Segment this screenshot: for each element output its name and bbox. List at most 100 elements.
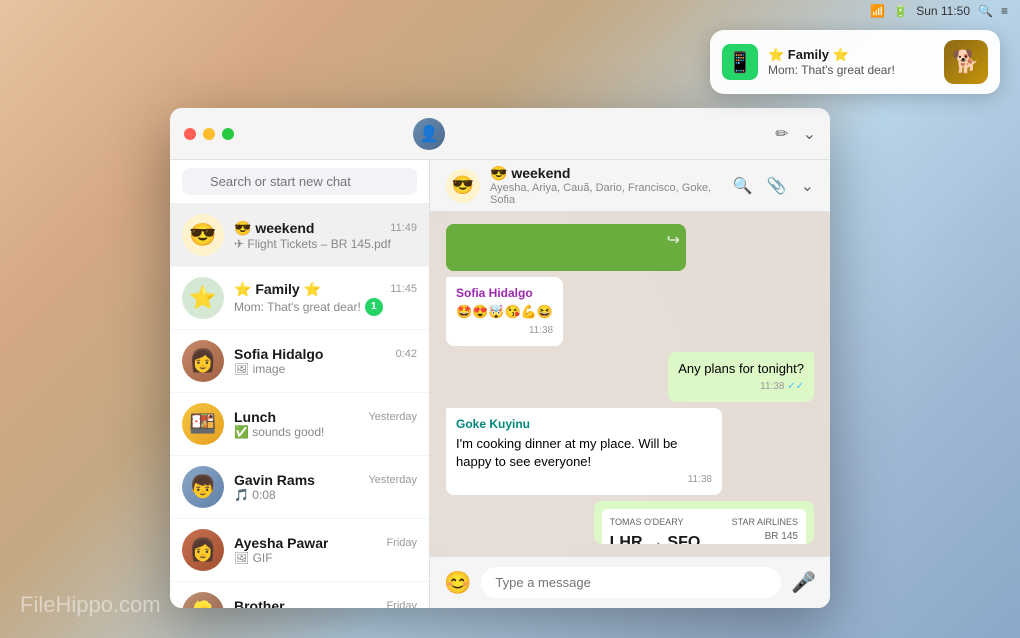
chat-preview: ✅ sounds good! <box>234 425 417 439</box>
app-body: 🔍 😎 😎 weekend 11:49 ✈ Flight Tickets – B… <box>170 160 830 608</box>
video-thumbnail[interactable]: ▶ ↪ <box>446 224 686 271</box>
unread-badge: 1 <box>365 298 383 316</box>
ticket-header: TOMAS O'DEARY STAR AIRLINES <box>610 517 798 527</box>
traffic-lights <box>184 128 234 140</box>
close-button[interactable] <box>184 128 196 140</box>
sidebar: 🔍 😎 😎 weekend 11:49 ✈ Flight Tickets – B… <box>170 160 430 608</box>
chat-avatar: 👩 <box>182 529 224 571</box>
message-input[interactable] <box>481 567 781 598</box>
passenger-name: TOMAS O'DEARY <box>610 517 684 527</box>
sent-message: Any plans for tonight? 11:38 ✓✓ <box>668 352 814 402</box>
chat-header-info: 😎 weekend Ayesha, Ariya, Cauã, Dario, Fr… <box>490 165 723 206</box>
chat-time: Friday <box>386 537 417 549</box>
notification-popup[interactable]: 📱 ⭐ Family ⭐ Mom: That's great dear! 🐕 <box>710 30 1000 94</box>
chat-time: 0:42 <box>396 348 417 360</box>
chat-item-gavin[interactable]: 👦 Gavin Rams Yesterday 🎵 0:08 <box>170 456 429 519</box>
chat-item-sofia[interactable]: 👩 Sofia Hidalgo 0:42 🖼 image <box>170 330 429 393</box>
chat-name: Ayesha Pawar <box>234 535 328 551</box>
chat-header-actions: 🔍 📎 ⌄ <box>733 176 814 196</box>
chat-item-lunch[interactable]: 🍱 Lunch Yesterday ✅ sounds good! <box>170 393 429 456</box>
notification-content: ⭐ Family ⭐ Mom: That's great dear! <box>768 47 934 77</box>
chat-time: Yesterday <box>368 474 417 486</box>
chat-info: Gavin Rams Yesterday 🎵 0:08 <box>234 472 417 502</box>
forward-icon[interactable]: ↪ <box>667 230 680 250</box>
chat-preview: ✈ Flight Tickets – BR 145.pdf <box>234 237 417 251</box>
message-sender: Sofia Hidalgo <box>456 285 553 302</box>
chat-avatar: ⭐ <box>182 277 224 319</box>
search-bar: 🔍 <box>170 160 429 204</box>
chat-name: Sofia Hidalgo <box>234 346 323 362</box>
notification-app-icon: 📱 <box>722 44 758 80</box>
chat-time: 11:49 <box>390 222 417 234</box>
emoji-button[interactable]: 😊 <box>444 570 471 596</box>
maximize-button[interactable] <box>222 128 234 140</box>
flight-number: BR 145 <box>711 531 798 542</box>
search-input[interactable] <box>182 168 417 195</box>
status-bar: 📶 🔋 Sun 11:50 🔍 ≡ <box>870 0 1020 22</box>
chat-avatar: 👱 <box>182 592 224 608</box>
chat-item-family[interactable]: ⭐ ⭐ Family ⭐ 11:45 Mom: That's great dea… <box>170 267 429 330</box>
minimize-button[interactable] <box>203 128 215 140</box>
chat-preview: Mom: That's great dear! 1 <box>234 298 417 316</box>
chat-header-avatar: 😎 <box>446 169 480 203</box>
chat-name: Lunch <box>234 409 276 425</box>
received-message-goke: Goke Kuyinu I'm cooking dinner at my pla… <box>446 408 722 495</box>
chat-info: Ayesha Pawar Friday 🖼 GIF <box>234 535 417 565</box>
app-window: 👤 ✏ ⌄ 🔍 😎 😎 weekend 11:49 <box>170 108 830 608</box>
chat-avatar: 😎 <box>182 214 224 256</box>
message-time: 11:38 <box>456 324 553 338</box>
watermark: FileHippo.com <box>20 592 161 618</box>
chat-preview: 🖼 GIF <box>234 551 417 565</box>
chat-header: 😎 😎 weekend Ayesha, Ariya, Cauã, Dario, … <box>430 160 830 212</box>
message-text: 🤩😍🤯😘💪😆 <box>456 303 553 321</box>
flight-ticket: TOMAS O'DEARY STAR AIRLINES LHR → SFO 11… <box>602 509 806 544</box>
chat-item-ayesha[interactable]: 👩 Ayesha Pawar Friday 🖼 GIF <box>170 519 429 582</box>
chat-info: ⭐ Family ⭐ 11:45 Mom: That's great dear!… <box>234 281 417 316</box>
notification-message: Mom: That's great dear! <box>768 63 934 77</box>
input-bar: 😊 🎤 <box>430 556 830 608</box>
chevron-down-icon[interactable]: ⌄ <box>803 124 816 144</box>
chat-item-weekend[interactable]: 😎 😎 weekend 11:49 ✈ Flight Tickets – BR … <box>170 204 429 267</box>
tram-illustration <box>446 224 686 271</box>
chat-info: Lunch Yesterday ✅ sounds good! <box>234 409 417 439</box>
ticket-side: BR 145 10A ||||||||||||||| <box>711 531 798 544</box>
video-message: ▶ ↪ How cool is that! 11:38 <box>446 224 686 271</box>
message-sender: Goke Kuyinu <box>456 416 712 433</box>
chat-avatar: 🍱 <box>182 403 224 445</box>
chat-avatar: 👩 <box>182 340 224 382</box>
chat-list: 😎 😎 weekend 11:49 ✈ Flight Tickets – BR … <box>170 204 429 608</box>
chat-name: Gavin Rams <box>234 472 315 488</box>
user-avatar[interactable]: 👤 <box>413 118 445 150</box>
battery-icon: 🔋 <box>893 4 908 18</box>
chat-avatar: 👦 <box>182 466 224 508</box>
microphone-button[interactable]: 🎤 <box>791 570 816 595</box>
chat-item-brother[interactable]: 👱 Brother Friday 😊 <box>170 582 429 608</box>
title-bar: 👤 ✏ ⌄ <box>170 108 830 160</box>
airline-name: STAR AIRLINES <box>732 517 798 527</box>
ticket-message: TOMAS O'DEARY STAR AIRLINES LHR → SFO 11… <box>594 501 814 544</box>
message-text: Any plans for tonight? <box>678 360 804 378</box>
attach-icon[interactable]: 📎 <box>767 176 787 196</box>
chat-name: ⭐ Family ⭐ <box>234 281 321 298</box>
menu-icon[interactable]: ≡ <box>1001 4 1008 18</box>
chat-name: 😎 weekend <box>234 220 314 237</box>
chat-preview: 🖼 image <box>234 362 417 376</box>
notification-title: ⭐ Family ⭐ <box>768 47 934 63</box>
received-message: Sofia Hidalgo 🤩😍🤯😘💪😆 11:38 <box>446 277 563 346</box>
chat-header-members: Ayesha, Ariya, Cauã, Dario, Francisco, G… <box>490 182 723 206</box>
seat-number: 10A <box>711 542 798 544</box>
search-icon[interactable]: 🔍 <box>978 4 993 18</box>
more-options-icon[interactable]: ⌄ <box>801 176 814 196</box>
search-messages-icon[interactable]: 🔍 <box>733 176 753 196</box>
chat-time: Friday <box>386 600 417 608</box>
chat-name: Brother <box>234 598 285 608</box>
message-time: 11:38 <box>456 473 712 487</box>
chat-info: 😎 weekend 11:49 ✈ Flight Tickets – BR 14… <box>234 220 417 251</box>
chat-preview: 🎵 0:08 <box>234 488 417 502</box>
messages-area: ▶ ↪ How cool is that! 11:38 Sofia Hidalg… <box>430 212 830 556</box>
flight-route: LHR → SFO <box>610 534 701 544</box>
chat-panel: 😎 😎 weekend Ayesha, Ariya, Cauã, Dario, … <box>430 160 830 608</box>
chat-header-name: 😎 weekend <box>490 165 723 182</box>
compose-icon[interactable]: ✏ <box>775 124 788 144</box>
message-time: 11:38 ✓✓ <box>678 380 804 394</box>
